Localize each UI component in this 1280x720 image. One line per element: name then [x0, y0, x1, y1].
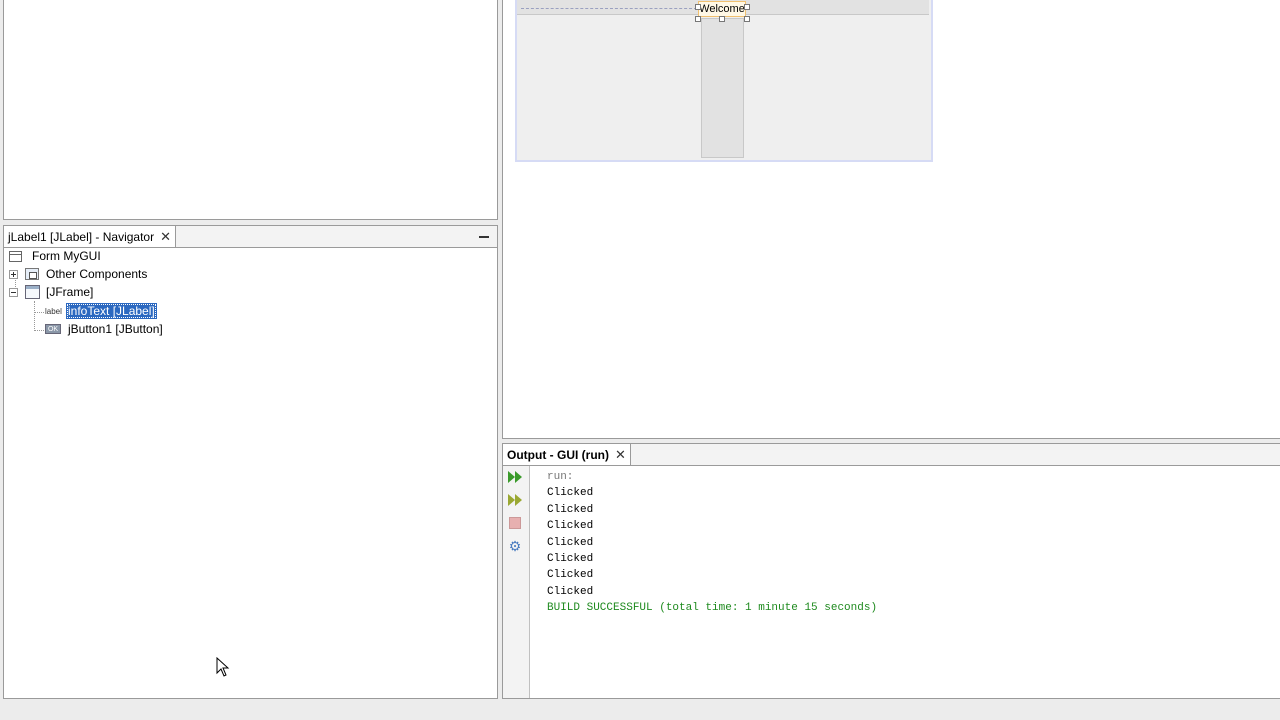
output-line: run:: [547, 471, 574, 483]
other-components-icon: [25, 268, 39, 280]
output-console[interactable]: run: Clicked Clicked Clicked Clicked Cli…: [547, 469, 877, 617]
output-line: Clicked: [547, 503, 594, 516]
welcome-label-text: Welcome: [699, 3, 745, 15]
rerun-icon[interactable]: [506, 468, 524, 486]
stop-icon[interactable]: [506, 514, 524, 532]
button-icon: OK: [45, 324, 61, 334]
output-tab-title: Output - GUI (run): [507, 447, 609, 462]
output-line: Clicked: [547, 585, 594, 598]
collapse-icon[interactable]: [9, 287, 18, 297]
mouse-cursor-icon: [216, 656, 230, 680]
output-line: Clicked: [547, 569, 594, 582]
output-tab[interactable]: Output - GUI (run) ✕: [503, 444, 631, 465]
close-icon[interactable]: ✕: [615, 448, 626, 461]
navigator-panel: jLabel1 [JLabel] - Navigator ✕ Form MyGU…: [3, 225, 498, 699]
tree-item-label: Form MyGUI: [32, 249, 101, 263]
tree-connector: [34, 330, 44, 331]
output-tabbar: Output - GUI (run) ✕: [503, 444, 1280, 466]
jframe-icon: [25, 285, 40, 299]
rerun-with-options-icon[interactable]: [506, 491, 524, 509]
navigator-tabbar: jLabel1 [JLabel] - Navigator ✕: [4, 226, 497, 248]
minimize-icon[interactable]: [477, 229, 491, 243]
resize-handle[interactable]: [695, 16, 701, 22]
resize-handle[interactable]: [744, 16, 750, 22]
tree-item-label: [JFrame]: [46, 285, 94, 299]
navigator-tab[interactable]: jLabel1 [JLabel] - Navigator ✕: [4, 226, 176, 247]
settings-icon[interactable]: ⚙: [506, 537, 524, 555]
output-panel: Output - GUI (run) ✕ ⚙ run: Clicked Clic…: [502, 443, 1280, 699]
tree-item-infotext[interactable]: label infoText [JLabel]: [45, 302, 157, 320]
output-line: Clicked: [547, 487, 594, 500]
tree-item-label: jButton1 [JButton]: [68, 322, 163, 336]
label-icon: label: [45, 306, 62, 316]
form-icon: [9, 250, 22, 262]
tree-item-other-components[interactable]: Other Components: [9, 265, 147, 283]
alignment-guide: [521, 8, 697, 9]
welcome-label[interactable]: Welcome: [698, 1, 746, 17]
tree-item-form[interactable]: Form MyGUI: [9, 247, 101, 265]
tree-item-label: Other Components: [46, 267, 148, 281]
top-left-panel: [3, 0, 498, 220]
output-line: Clicked: [547, 553, 594, 566]
tree-connector: [34, 312, 44, 313]
label-column: [701, 18, 744, 158]
tree-item-jframe[interactable]: [JFrame]: [9, 283, 93, 301]
resize-handle[interactable]: [695, 4, 701, 10]
resize-handle[interactable]: [744, 4, 750, 10]
output-toolbar: ⚙: [503, 466, 530, 698]
resize-handle[interactable]: [719, 16, 725, 22]
navigator-tab-title: jLabel1 [JLabel] - Navigator: [8, 229, 155, 244]
tree-connector: [34, 301, 35, 331]
output-line: Clicked: [547, 536, 594, 549]
expand-icon[interactable]: [9, 269, 18, 279]
build-status-line: BUILD SUCCESSFUL (total time: 1 minute 1…: [547, 602, 878, 615]
tree-item-label: infoText [JLabel]: [66, 303, 157, 319]
tree-item-jbutton1[interactable]: OK jButton1 [JButton]: [45, 320, 163, 338]
close-icon[interactable]: ✕: [160, 230, 171, 243]
output-line: Clicked: [547, 520, 594, 533]
